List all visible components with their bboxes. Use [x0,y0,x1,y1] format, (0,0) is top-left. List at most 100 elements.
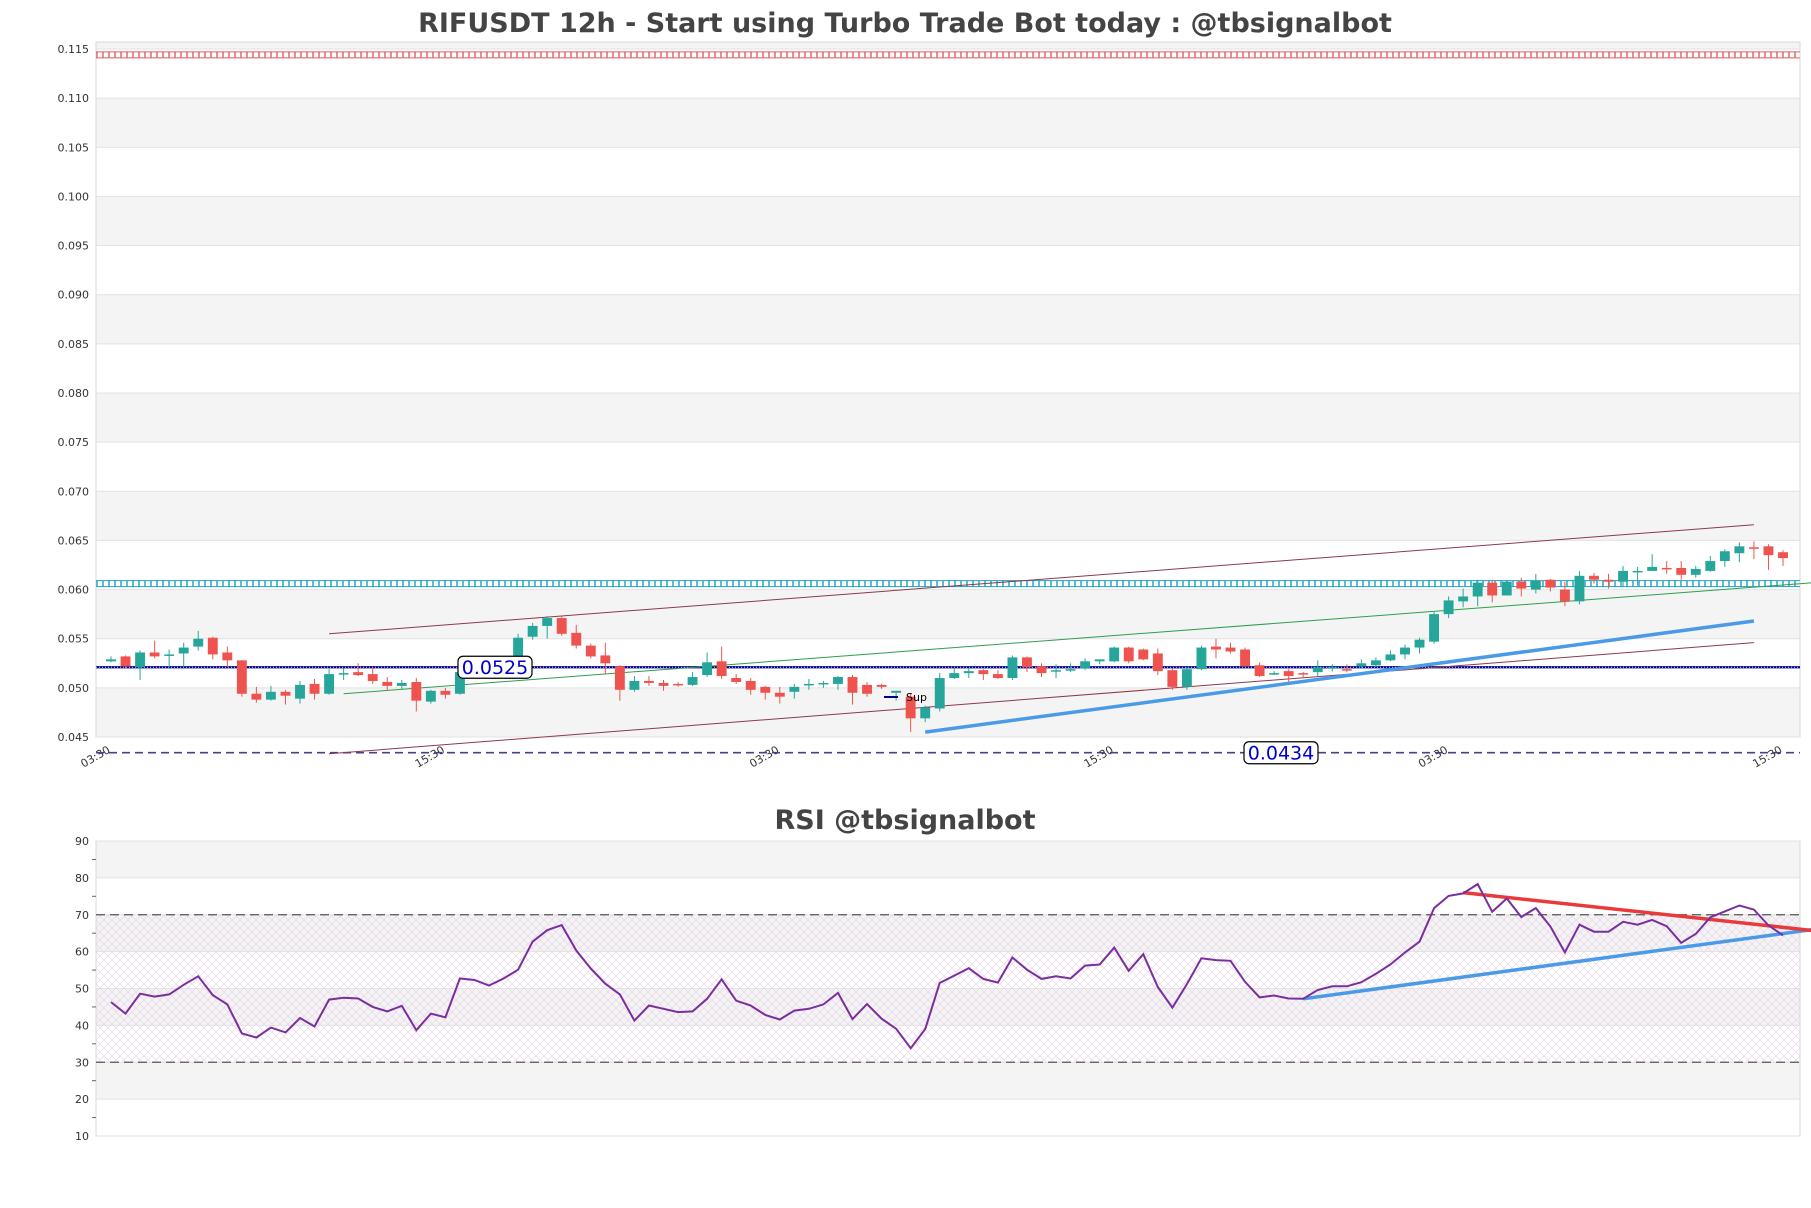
candle-body [1356,663,1367,667]
candle-body [1472,582,1483,597]
rsi-y-tick-label: 10 [75,1130,89,1143]
price-y-tick-label: 0.100 [58,190,90,203]
candle-body [1545,579,1556,588]
candle-body [382,681,393,686]
candle-body [1341,669,1352,671]
candle-body [847,677,858,693]
candle-body [716,661,727,677]
price-band [96,393,1800,443]
candle-body [1458,596,1469,602]
candle-body [1414,639,1425,648]
candle-body [978,670,989,675]
price-x-axis: 03:30 15:30 03:30 15:30 03:30 15:30 [79,743,1785,770]
price-y-tick-label: 0.090 [58,289,90,302]
price-y-tick-label: 0.110 [58,92,90,105]
candle-body [338,673,349,675]
candle-body [280,691,291,696]
price-x-tick-label: 03:30 [1416,743,1450,770]
price-x-tick-label: 03:30 [747,743,781,770]
candle-body [222,652,233,661]
candle-body [207,637,218,655]
rsi-y-tick-label: 20 [75,1093,89,1106]
candle-body [542,618,553,626]
candle-body [440,690,451,695]
candle-body [1705,561,1716,571]
candle-body [120,656,131,667]
price-y-tick-label: 0.065 [58,534,90,547]
candle-body [1385,654,1396,661]
candle-body [1327,667,1338,669]
candle-body [251,693,262,700]
candle-body [1370,660,1381,666]
price-y-tick-label: 0.085 [58,338,90,351]
candle-body [833,677,843,684]
price-y-axis: 0.045 0.050 0.055 0.060 0.065 0.070 0.075 0.080… [58,43,1800,744]
support-price-label: 0.0525 [462,657,528,679]
candle-body [367,674,378,681]
candle-body [658,682,669,686]
price-band [96,294,1800,344]
candle-body [1007,657,1018,679]
candle-body [1138,649,1149,660]
candle-body [1603,579,1614,582]
candle-body [963,671,974,674]
candle-body [193,638,204,647]
candle-body [1574,575,1585,602]
candle-body [149,652,160,657]
rsi-y-tick-label: 90 [75,835,89,848]
price-x-tick-label: 03:30 [79,743,113,770]
rsi-band [96,1062,1800,1100]
candle-body [687,677,698,685]
price-band [96,491,1800,541]
price-y-tick-label: 0.115 [58,43,90,56]
candle-body [1501,581,1512,596]
candle-body [1589,575,1599,580]
candle-body [309,683,320,694]
candle-body [556,618,567,634]
candle-body [1022,657,1032,668]
rsi-y-tick-label: 80 [75,872,89,885]
price-band [96,98,1800,148]
price-y-tick-label: 0.070 [58,485,90,498]
candle-body [600,655,611,664]
legend-label-sup: Sup [906,691,927,704]
candle-body [1487,582,1498,596]
price-y-tick-label: 0.095 [58,240,90,253]
price-band [96,589,1800,639]
candle-body [1632,570,1643,573]
rsi-y-tick-label: 70 [75,909,89,922]
candle-body [1443,600,1454,615]
candle-body [164,654,175,656]
candle-body [585,645,596,657]
rsi-chart-title: RSI @tbsignalbot [774,805,1035,836]
rsi-y-tick-label: 50 [75,983,89,996]
candle-body [1734,546,1745,554]
lower-level-tag: 0.0434 [1243,741,1319,765]
candle-body [1748,547,1759,549]
candle-body [1152,653,1163,672]
rsi-y-tick-label: 40 [75,1019,89,1032]
candle-body [774,692,785,697]
price-y-tick-label: 0.105 [58,141,90,154]
candle-body [818,682,829,685]
candle-body [1516,581,1527,589]
candle-body [295,684,305,699]
candle-body [1778,552,1788,559]
candle-body [178,647,189,654]
candle-body [1109,647,1120,662]
candle-body [1530,580,1541,590]
candle-body [673,683,683,686]
candle-body [1065,669,1076,671]
rsi-y-tick-label: 60 [75,946,89,959]
candle-body [1719,551,1730,562]
candle-body [1240,649,1250,667]
candle-body [1211,646,1221,650]
rsi-panel-bands [96,841,1800,1100]
candle-body [411,681,422,701]
price-y-tick-label: 0.080 [58,387,90,400]
candle-body [1094,659,1105,662]
price-band [96,196,1800,246]
price-y-tick-label: 0.055 [58,633,90,646]
candle-body [1254,665,1265,677]
chart-canvas: RIFUSDT 12h - Start using Turbo Trade Bo… [58,8,1811,1143]
